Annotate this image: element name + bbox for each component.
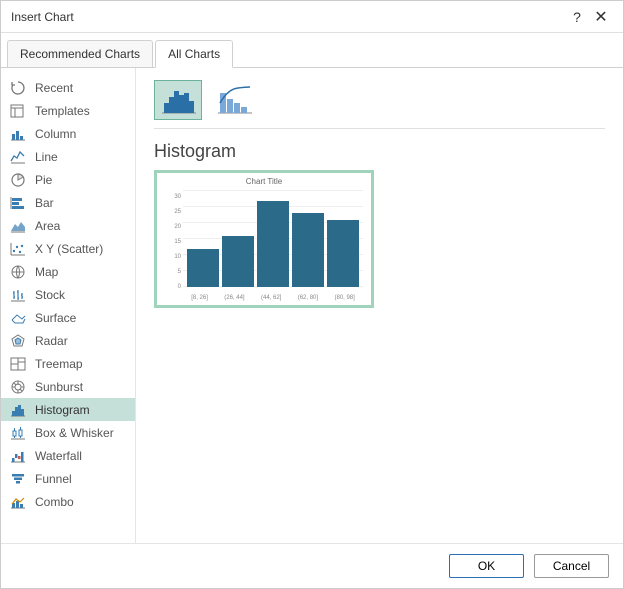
chart-bar	[187, 249, 219, 287]
chart-preview-title: Chart Title	[157, 177, 371, 186]
dialog-footer: OK Cancel	[1, 543, 623, 588]
sidebar-item-templates[interactable]: Templates	[1, 99, 135, 122]
cancel-button[interactable]: Cancel	[534, 554, 609, 578]
combo-icon	[9, 494, 27, 510]
sidebar-item-label: Line	[35, 150, 58, 164]
dialog-title: Insert Chart	[11, 10, 565, 24]
sidebar-item-label: X Y (Scatter)	[35, 242, 103, 256]
sidebar-item-label: Waterfall	[35, 449, 82, 463]
sidebar-item-label: Templates	[35, 104, 90, 118]
sidebar-item-recent[interactable]: Recent	[1, 76, 135, 99]
close-button[interactable]: ✕	[589, 7, 613, 27]
box-icon	[9, 425, 27, 441]
histogram-icon	[9, 402, 27, 418]
sidebar-item-label: Surface	[35, 311, 76, 325]
templates-icon	[9, 103, 27, 119]
sidebar-item-label: Map	[35, 265, 58, 279]
sidebar-item-map[interactable]: Map	[1, 260, 135, 283]
stock-icon	[9, 287, 27, 303]
sidebar-item-label: Column	[35, 127, 76, 141]
bar-icon	[9, 195, 27, 211]
sidebar-item-label: Pie	[35, 173, 52, 187]
area-icon	[9, 218, 27, 234]
pareto-subtype[interactable]	[210, 80, 258, 120]
sunburst-icon	[9, 379, 27, 395]
sidebar-item-box-whisker[interactable]: Box & Whisker	[1, 421, 135, 444]
surface-icon	[9, 310, 27, 326]
sidebar-item-bar[interactable]: Bar	[1, 191, 135, 214]
subtype-row	[154, 80, 605, 129]
sidebar-item-x-y-scatter-[interactable]: X Y (Scatter)	[1, 237, 135, 260]
help-button[interactable]: ?	[565, 9, 589, 25]
sidebar-item-radar[interactable]: Radar	[1, 329, 135, 352]
chart-preview-yaxis: 302520151050	[163, 191, 181, 287]
sidebar-item-label: Stock	[35, 288, 65, 302]
sidebar-item-funnel[interactable]: Funnel	[1, 467, 135, 490]
sidebar-item-label: Area	[35, 219, 60, 233]
sidebar-item-label: Box & Whisker	[35, 426, 114, 440]
sidebar-item-column[interactable]: Column	[1, 122, 135, 145]
treemap-icon	[9, 356, 27, 372]
content-area: Recent Templates Column Line Pie Bar Area X Y (…	[1, 68, 623, 543]
chart-type-sidebar: Recent Templates Column Line Pie Bar Area X Y (…	[1, 68, 136, 543]
line-icon	[9, 149, 27, 165]
map-icon	[9, 264, 27, 280]
chart-bar	[222, 236, 254, 287]
sidebar-item-treemap[interactable]: Treemap	[1, 352, 135, 375]
chart-bar	[257, 201, 289, 287]
sidebar-item-label: Funnel	[35, 472, 72, 486]
sidebar-item-label: Bar	[35, 196, 54, 210]
tab-all-charts[interactable]: All Charts	[155, 40, 233, 68]
sidebar-item-label: Radar	[35, 334, 68, 348]
sidebar-item-sunburst[interactable]: Sunburst	[1, 375, 135, 398]
waterfall-icon	[9, 448, 27, 464]
chart-preview[interactable]: Chart Title 302520151050 [8, 26](26, 44]…	[154, 170, 374, 308]
histogram-subtype[interactable]	[154, 80, 202, 120]
pie-icon	[9, 172, 27, 188]
column-icon	[9, 126, 27, 142]
tab-row: Recommended Charts All Charts	[1, 33, 623, 68]
main-panel: Histogram Chart Title 302520151050 [8, 2…	[136, 68, 623, 543]
sidebar-item-pie[interactable]: Pie	[1, 168, 135, 191]
ok-button[interactable]: OK	[449, 554, 524, 578]
sidebar-item-label: Sunburst	[35, 380, 83, 394]
sidebar-item-waterfall[interactable]: Waterfall	[1, 444, 135, 467]
sidebar-item-line[interactable]: Line	[1, 145, 135, 168]
chart-type-heading: Histogram	[154, 141, 605, 162]
tab-recommended-charts[interactable]: Recommended Charts	[7, 40, 153, 68]
sidebar-item-label: Histogram	[35, 403, 90, 417]
scatter-icon	[9, 241, 27, 257]
chart-preview-plot	[183, 191, 363, 287]
radar-icon	[9, 333, 27, 349]
chart-bar	[327, 220, 359, 287]
recent-icon	[9, 80, 27, 96]
sidebar-item-combo[interactable]: Combo	[1, 490, 135, 513]
sidebar-item-area[interactable]: Area	[1, 214, 135, 237]
sidebar-item-label: Combo	[35, 495, 74, 509]
sidebar-item-histogram[interactable]: Histogram	[1, 398, 135, 421]
chart-bar	[292, 213, 324, 287]
chart-preview-xaxis: [8, 26](26, 44](44, 62](62, 80](80, 98]	[183, 295, 363, 301]
funnel-icon	[9, 471, 27, 487]
titlebar: Insert Chart ? ✕	[1, 1, 623, 33]
sidebar-item-label: Treemap	[35, 357, 83, 371]
sidebar-item-stock[interactable]: Stock	[1, 283, 135, 306]
sidebar-item-label: Recent	[35, 81, 73, 95]
sidebar-item-surface[interactable]: Surface	[1, 306, 135, 329]
